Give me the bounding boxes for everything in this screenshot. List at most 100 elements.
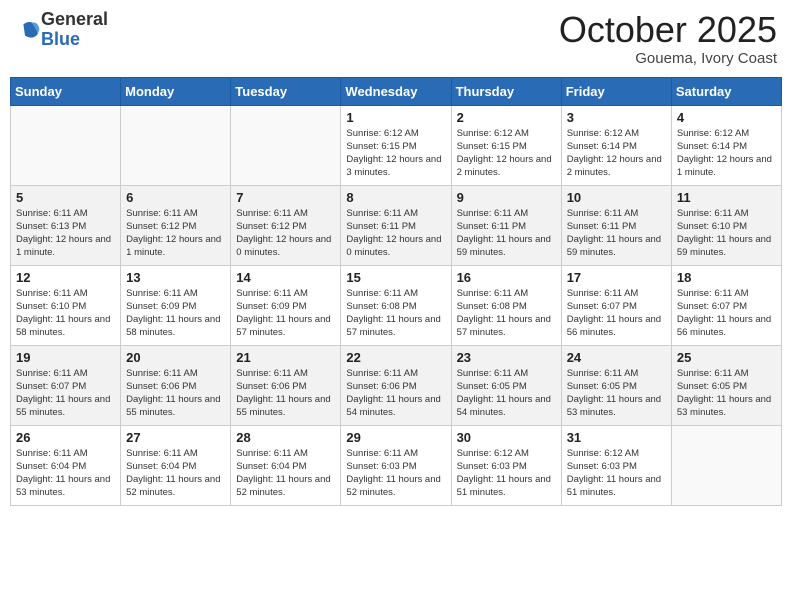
- calendar-week-2: 12 Sunrise: 6:11 AMSunset: 6:10 PMDayligh…: [11, 265, 782, 345]
- day-info: Sunrise: 6:12 AMSunset: 6:15 PMDaylight:…: [457, 127, 556, 180]
- day-number: 26: [16, 430, 115, 445]
- day-number: 18: [677, 270, 776, 285]
- calendar-cell: 12 Sunrise: 6:11 AMSunset: 6:10 PMDayligh…: [11, 265, 121, 345]
- day-number: 3: [567, 110, 666, 125]
- day-number: 22: [346, 350, 445, 365]
- day-info: Sunrise: 6:11 AMSunset: 6:07 PMDaylight:…: [677, 287, 776, 340]
- day-info: Sunrise: 6:11 AMSunset: 6:05 PMDaylight:…: [457, 367, 556, 420]
- calendar-week-4: 26Sunrise: 6:11 AMSunset: 6:04 PMDayligh…: [11, 425, 782, 505]
- day-number: 11: [677, 190, 776, 205]
- day-info: Sunrise: 6:11 AMSunset: 6:12 PMDaylight:…: [236, 207, 335, 260]
- calendar-cell: 14Sunrise: 6:11 AMSunset: 6:09 PMDayligh…: [231, 265, 341, 345]
- day-info: Sunrise: 6:11 AMSunset: 6:07 PMDaylight:…: [16, 367, 115, 420]
- calendar-cell: 21Sunrise: 6:11 AMSunset: 6:06 PMDayligh…: [231, 345, 341, 425]
- calendar-header-saturday: Saturday: [671, 77, 781, 105]
- calendar-header-tuesday: Tuesday: [231, 77, 341, 105]
- calendar-cell: [231, 105, 341, 185]
- day-number: 24: [567, 350, 666, 365]
- calendar-cell: [121, 105, 231, 185]
- day-number: 30: [457, 430, 556, 445]
- day-number: 10: [567, 190, 666, 205]
- calendar-header-sunday: Sunday: [11, 77, 121, 105]
- day-info: Sunrise: 6:12 AMSunset: 6:15 PMDaylight:…: [346, 127, 445, 180]
- logo-text: General Blue: [41, 10, 108, 50]
- calendar-cell: 19Sunrise: 6:11 AMSunset: 6:07 PMDayligh…: [11, 345, 121, 425]
- calendar-cell: 31Sunrise: 6:12 AMSunset: 6:03 PMDayligh…: [561, 425, 671, 505]
- day-info: Sunrise: 6:12 AMSunset: 6:14 PMDaylight:…: [677, 127, 776, 180]
- day-number: 1: [346, 110, 445, 125]
- day-number: 16: [457, 270, 556, 285]
- calendar-week-0: 1 Sunrise: 6:12 AMSunset: 6:15 PMDaylight…: [11, 105, 782, 185]
- day-number: 15: [346, 270, 445, 285]
- calendar-cell: 28Sunrise: 6:11 AMSunset: 6:04 PMDayligh…: [231, 425, 341, 505]
- calendar-cell: 9 Sunrise: 6:11 AMSunset: 6:11 PMDaylight…: [451, 185, 561, 265]
- day-number: 6: [126, 190, 225, 205]
- calendar-cell: 23 Sunrise: 6:11 AMSunset: 6:05 PMDayligh…: [451, 345, 561, 425]
- day-info: Sunrise: 6:11 AMSunset: 6:03 PMDaylight:…: [346, 447, 445, 500]
- calendar-cell: 5 Sunrise: 6:11 AMSunset: 6:13 PMDaylight…: [11, 185, 121, 265]
- calendar-cell: 10 Sunrise: 6:11 AMSunset: 6:11 PMDayligh…: [561, 185, 671, 265]
- day-info: Sunrise: 6:11 AMSunset: 6:06 PMDaylight:…: [346, 367, 445, 420]
- day-number: 2: [457, 110, 556, 125]
- day-number: 13: [126, 270, 225, 285]
- day-info: Sunrise: 6:11 AMSunset: 6:10 PMDaylight:…: [677, 207, 776, 260]
- day-info: Sunrise: 6:11 AMSunset: 6:11 PMDaylight:…: [567, 207, 666, 260]
- day-info: Sunrise: 6:11 AMSunset: 6:06 PMDaylight:…: [126, 367, 225, 420]
- day-number: 9: [457, 190, 556, 205]
- day-info: Sunrise: 6:11 AMSunset: 6:08 PMDaylight:…: [457, 287, 556, 340]
- calendar-cell: 24Sunrise: 6:11 AMSunset: 6:05 PMDayligh…: [561, 345, 671, 425]
- day-number: 20: [126, 350, 225, 365]
- calendar-cell: 1 Sunrise: 6:12 AMSunset: 6:15 PMDaylight…: [341, 105, 451, 185]
- day-info: Sunrise: 6:11 AMSunset: 6:05 PMDaylight:…: [677, 367, 776, 420]
- calendar-cell: 3 Sunrise: 6:12 AMSunset: 6:14 PMDaylight…: [561, 105, 671, 185]
- day-number: 23: [457, 350, 556, 365]
- day-number: 5: [16, 190, 115, 205]
- day-info: Sunrise: 6:11 AMSunset: 6:07 PMDaylight:…: [567, 287, 666, 340]
- calendar-cell: 16 Sunrise: 6:11 AMSunset: 6:08 PMDayligh…: [451, 265, 561, 345]
- day-info: Sunrise: 6:12 AMSunset: 6:03 PMDaylight:…: [567, 447, 666, 500]
- calendar-cell: 30 Sunrise: 6:12 AMSunset: 6:03 PMDayligh…: [451, 425, 561, 505]
- day-number: 21: [236, 350, 335, 365]
- calendar-week-1: 5 Sunrise: 6:11 AMSunset: 6:13 PMDaylight…: [11, 185, 782, 265]
- calendar-header-friday: Friday: [561, 77, 671, 105]
- day-info: Sunrise: 6:12 AMSunset: 6:14 PMDaylight:…: [567, 127, 666, 180]
- logo-blue: Blue: [41, 30, 108, 50]
- day-number: 12: [16, 270, 115, 285]
- calendar-cell: 18 Sunrise: 6:11 AMSunset: 6:07 PMDayligh…: [671, 265, 781, 345]
- day-info: Sunrise: 6:11 AMSunset: 6:11 PMDaylight:…: [346, 207, 445, 260]
- month-title: October 2025: [559, 10, 777, 50]
- day-info: Sunrise: 6:11 AMSunset: 6:13 PMDaylight:…: [16, 207, 115, 260]
- day-info: Sunrise: 6:11 AMSunset: 6:10 PMDaylight:…: [16, 287, 115, 340]
- calendar: SundayMondayTuesdayWednesdayThursdayFrid…: [10, 77, 782, 506]
- logo-icon: [17, 18, 41, 42]
- day-number: 29: [346, 430, 445, 445]
- calendar-cell: 26Sunrise: 6:11 AMSunset: 6:04 PMDayligh…: [11, 425, 121, 505]
- day-number: 8: [346, 190, 445, 205]
- day-number: 25: [677, 350, 776, 365]
- header: General Blue October 2025 Gouema, Ivory …: [10, 10, 782, 67]
- day-number: 27: [126, 430, 225, 445]
- location: Gouema, Ivory Coast: [559, 50, 777, 67]
- calendar-cell: 27Sunrise: 6:11 AMSunset: 6:04 PMDayligh…: [121, 425, 231, 505]
- calendar-cell: 2 Sunrise: 6:12 AMSunset: 6:15 PMDaylight…: [451, 105, 561, 185]
- calendar-week-3: 19Sunrise: 6:11 AMSunset: 6:07 PMDayligh…: [11, 345, 782, 425]
- calendar-cell: 11 Sunrise: 6:11 AMSunset: 6:10 PMDayligh…: [671, 185, 781, 265]
- calendar-cell: 22 Sunrise: 6:11 AMSunset: 6:06 PMDayligh…: [341, 345, 451, 425]
- calendar-cell: 8 Sunrise: 6:11 AMSunset: 6:11 PMDaylight…: [341, 185, 451, 265]
- calendar-cell: 6Sunrise: 6:11 AMSunset: 6:12 PMDaylight…: [121, 185, 231, 265]
- page: General Blue October 2025 Gouema, Ivory …: [0, 0, 792, 612]
- logo: General Blue: [15, 10, 108, 50]
- calendar-header-row: SundayMondayTuesdayWednesdayThursdayFrid…: [11, 77, 782, 105]
- calendar-cell: 29 Sunrise: 6:11 AMSunset: 6:03 PMDayligh…: [341, 425, 451, 505]
- logo-general: General: [41, 10, 108, 30]
- calendar-cell: 13Sunrise: 6:11 AMSunset: 6:09 PMDayligh…: [121, 265, 231, 345]
- day-number: 4: [677, 110, 776, 125]
- day-info: Sunrise: 6:11 AMSunset: 6:11 PMDaylight:…: [457, 207, 556, 260]
- day-info: Sunrise: 6:11 AMSunset: 6:09 PMDaylight:…: [236, 287, 335, 340]
- calendar-cell: 20 Sunrise: 6:11 AMSunset: 6:06 PMDayligh…: [121, 345, 231, 425]
- calendar-header-wednesday: Wednesday: [341, 77, 451, 105]
- day-info: Sunrise: 6:12 AMSunset: 6:03 PMDaylight:…: [457, 447, 556, 500]
- calendar-cell: 4 Sunrise: 6:12 AMSunset: 6:14 PMDaylight…: [671, 105, 781, 185]
- calendar-cell: [671, 425, 781, 505]
- title-block: October 2025 Gouema, Ivory Coast: [559, 10, 777, 67]
